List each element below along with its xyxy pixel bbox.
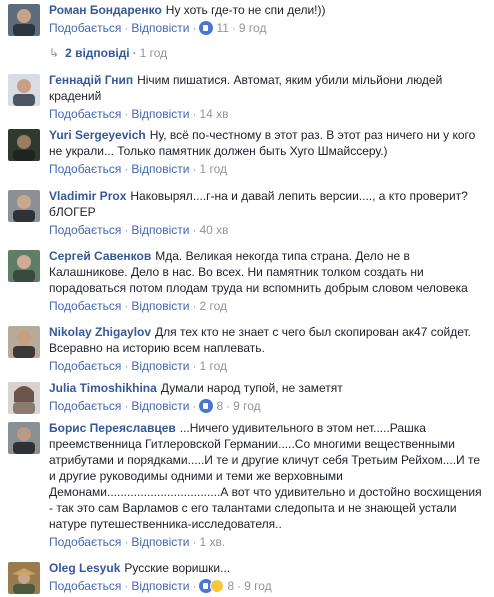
- comment-text: Nikolay Zhigaylov Для тех кто не знает с …: [49, 324, 486, 356]
- comment-text: Геннадій Гнип Нічим пишатися. Автомат, як…: [49, 72, 486, 104]
- comment-text: Vladimir Prox Наковырял....г-на и давай л…: [49, 188, 486, 220]
- comments-feed: Роман Бондаренко Ну хоть где-то не спи де…: [0, 0, 494, 597]
- comment-author[interactable]: Геннадій Гнип: [49, 73, 133, 87]
- avatar[interactable]: [8, 326, 40, 358]
- comment-actions: Подобається · Відповісти · 1 хв.: [49, 535, 226, 549]
- like-link[interactable]: Подобається: [49, 579, 121, 593]
- reply-link[interactable]: Відповісти: [131, 21, 189, 35]
- comment-text: Julia Timoshikhina Думали народ тупой, не…: [49, 380, 486, 396]
- replies-time: 1 год: [139, 46, 168, 60]
- like-link[interactable]: Подобається: [49, 535, 121, 549]
- comment-actions: Подобається · Відповісти · 2 год: [49, 299, 227, 313]
- avatar[interactable]: [8, 4, 40, 36]
- comment-author[interactable]: Борис Переяславцев: [49, 421, 176, 435]
- like-link[interactable]: Подобається: [49, 107, 121, 121]
- reply-link[interactable]: Відповісти: [131, 535, 189, 549]
- reply-link[interactable]: Відповісти: [131, 579, 189, 593]
- comment-text: Oleg Lesyuk Русские воришки...: [49, 560, 486, 576]
- comment-text: Сергей Савенков Мда. Великая некогда типа…: [49, 248, 486, 296]
- timestamp[interactable]: 40 хв: [199, 223, 228, 237]
- like-link[interactable]: Подобається: [49, 359, 121, 373]
- reply-link[interactable]: Відповісти: [131, 299, 189, 313]
- comment-text: Роман Бондаренко Ну хоть где-то не спи де…: [49, 2, 486, 18]
- comment-text: Борис Переяславцев ...Ничего удивительног…: [49, 420, 486, 532]
- comment-author[interactable]: Vladimir Prox: [49, 189, 126, 203]
- haha-reaction-icon[interactable]: [210, 579, 225, 593]
- like-reaction-icon[interactable]: [199, 21, 214, 35]
- timestamp[interactable]: 1 хв.: [199, 535, 225, 549]
- view-replies-link[interactable]: ↳ 2 відповіді · 1 год: [49, 46, 167, 60]
- replies-count[interactable]: 2 відповіді: [65, 46, 130, 60]
- reply-link[interactable]: Відповісти: [131, 107, 189, 121]
- reaction-count[interactable]: 8: [227, 579, 234, 593]
- comment-body: Думали народ тупой, не заметят: [160, 381, 343, 395]
- reply-link[interactable]: Відповісти: [131, 399, 189, 413]
- comment-author[interactable]: Oleg Lesyuk: [49, 561, 120, 575]
- comment-actions: Подобається · Відповісти · 1 год: [49, 162, 227, 176]
- reply-link[interactable]: Відповісти: [131, 359, 189, 373]
- comment-author[interactable]: Julia Timoshikhina: [49, 381, 157, 395]
- timestamp[interactable]: 9 год: [244, 579, 272, 593]
- comment-actions: Подобається · Відповісти · 14 хв: [49, 107, 229, 121]
- comment-text: Yuri Sergeyevich Ну, всё по-честному в эт…: [49, 127, 486, 159]
- comment-author[interactable]: Nikolay Zhigaylov: [49, 325, 151, 339]
- comment-author[interactable]: Роман Бондаренко: [49, 3, 162, 17]
- timestamp[interactable]: 2 год: [199, 299, 227, 313]
- timestamp[interactable]: 1 год: [199, 359, 227, 373]
- comment-body: Русские воришки...: [124, 561, 231, 575]
- timestamp[interactable]: 14 хв: [199, 107, 228, 121]
- timestamp[interactable]: 1 год: [199, 162, 227, 176]
- reaction-count[interactable]: 11: [216, 21, 228, 35]
- avatar[interactable]: [8, 250, 40, 282]
- comment-actions: Подобається · Відповісти · 1 год: [49, 359, 227, 373]
- avatar[interactable]: [8, 562, 40, 594]
- reaction-count[interactable]: 8: [216, 399, 223, 413]
- like-link[interactable]: Подобається: [49, 299, 121, 313]
- reply-link[interactable]: Відповісти: [131, 162, 189, 176]
- comment-author[interactable]: Yuri Sergeyevich: [49, 128, 146, 142]
- comment-author[interactable]: Сергей Савенков: [49, 249, 151, 263]
- reply-arrow-icon: ↳: [49, 46, 60, 60]
- timestamp[interactable]: 9 год: [233, 399, 261, 413]
- timestamp[interactable]: 9 год: [239, 21, 267, 35]
- like-link[interactable]: Подобається: [49, 162, 121, 176]
- reply-link[interactable]: Відповісти: [131, 223, 189, 237]
- like-link[interactable]: Подобається: [49, 399, 121, 413]
- avatar[interactable]: [8, 129, 40, 161]
- comment-actions: Подобається · Відповісти · 11 · 9 год: [49, 21, 267, 35]
- avatar[interactable]: [8, 190, 40, 222]
- comment-body: ...Ничего удивительного в этом нет.....Р…: [49, 421, 482, 531]
- comment-actions: Подобається · Відповісти · 8 · 9 год: [49, 399, 261, 413]
- like-link[interactable]: Подобається: [49, 223, 121, 237]
- comment-actions: Подобається · Відповісти · 8 · 9 год: [49, 579, 272, 593]
- like-reaction-icon[interactable]: [199, 399, 214, 413]
- avatar[interactable]: [8, 422, 40, 454]
- avatar[interactable]: [8, 74, 40, 106]
- avatar[interactable]: [8, 382, 40, 414]
- like-link[interactable]: Подобається: [49, 21, 121, 35]
- comment-body: Ну хоть где-то не спи дели!)): [165, 3, 326, 17]
- comment-actions: Подобається · Відповісти · 40 хв: [49, 223, 229, 237]
